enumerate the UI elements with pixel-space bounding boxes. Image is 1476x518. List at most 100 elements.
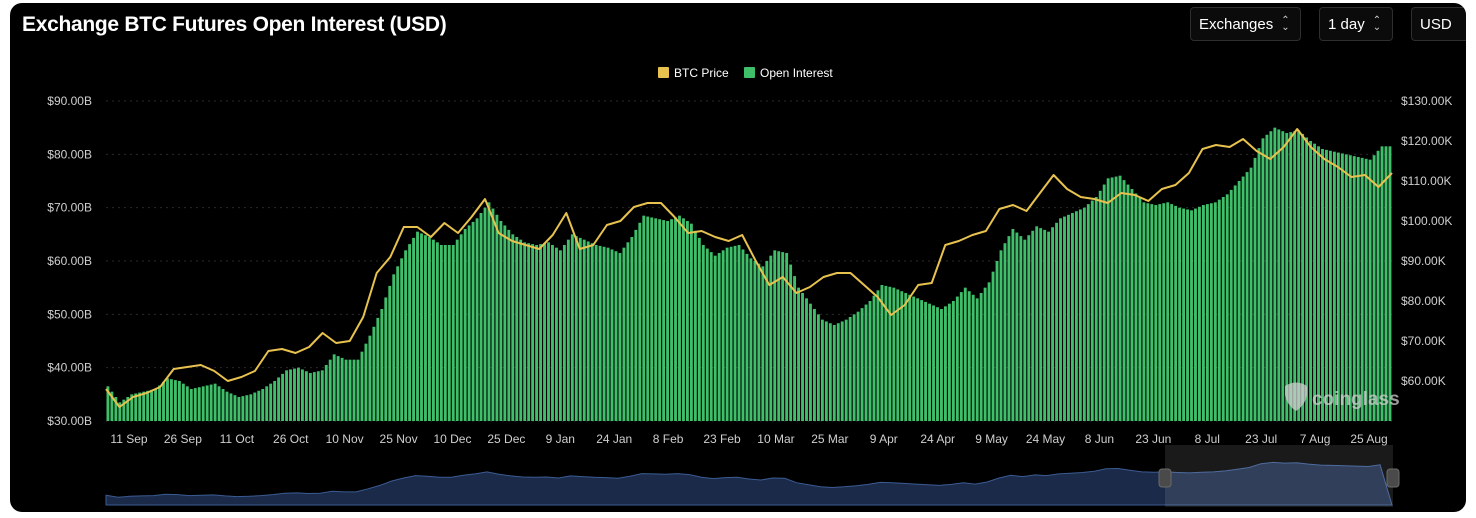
open-interest-bar xyxy=(1011,229,1015,421)
open-interest-bar xyxy=(1198,206,1201,421)
open-interest-bar xyxy=(1162,203,1166,421)
open-interest-bar xyxy=(404,250,408,421)
open-interest-bar xyxy=(928,303,931,421)
open-interest-bar xyxy=(193,388,197,421)
chart-card: $90.00B $80.00B $70.00B $60.00B $50.00B $40.0… xyxy=(10,3,1466,512)
open-interest-bar xyxy=(170,379,173,421)
open-interest-bar xyxy=(666,221,670,421)
open-interest-bar xyxy=(491,208,495,421)
open-interest-bar xyxy=(1130,189,1134,421)
open-interest-bar xyxy=(701,245,705,421)
open-interest-bar xyxy=(1106,178,1110,421)
open-interest-bar xyxy=(431,239,435,421)
x-tick-label: 26 Oct xyxy=(273,432,309,446)
open-interest-bar xyxy=(606,247,610,421)
open-interest-bar xyxy=(717,253,721,421)
open-interest-bar xyxy=(1051,227,1055,421)
open-interest-bar xyxy=(412,237,415,421)
y-right-tick-label: $90.00K xyxy=(1401,254,1446,268)
open-interest-bar xyxy=(356,359,360,421)
legend-item-btc-price[interactable]: BTC Price xyxy=(658,66,729,80)
open-interest-bar xyxy=(1186,209,1189,421)
open-interest-bar xyxy=(955,296,959,421)
open-interest-bar xyxy=(241,396,245,421)
open-interest-bar xyxy=(1301,133,1305,421)
updown-chevron-icon: ⌃ ⌄ xyxy=(1372,15,1382,33)
open-interest-bar xyxy=(483,207,487,421)
open-interest-bar xyxy=(737,245,741,421)
open-interest-bar xyxy=(753,261,757,421)
open-interest-bar xyxy=(515,237,519,421)
open-interest-bar xyxy=(1340,153,1344,421)
open-interest-bar xyxy=(1098,190,1102,421)
navigator-right-handle[interactable] xyxy=(1386,468,1400,488)
open-interest-bar xyxy=(749,258,753,421)
navigator-selected-window[interactable] xyxy=(1165,445,1393,507)
open-interest-bar xyxy=(1356,157,1360,421)
open-interest-bar xyxy=(634,229,638,421)
open-interest-bar xyxy=(396,266,400,421)
x-tick-label: 11 Oct xyxy=(220,432,255,446)
open-interest-bar xyxy=(824,321,828,421)
open-interest-bar xyxy=(908,294,912,421)
currency-select[interactable]: USD xyxy=(1411,7,1466,41)
open-interest-bar xyxy=(765,261,769,421)
open-interest-bar xyxy=(312,372,316,421)
open-interest-bar xyxy=(646,216,650,421)
open-interest-bar xyxy=(277,377,281,421)
open-interest-bar xyxy=(1297,130,1301,421)
open-interest-bar xyxy=(523,242,527,421)
open-interest-bar xyxy=(388,285,392,421)
y-left-tick-label: $30.00B xyxy=(47,414,92,428)
open-interest-bar xyxy=(1217,199,1221,421)
open-interest-bar xyxy=(995,261,999,421)
open-interest-bar xyxy=(1328,150,1332,421)
open-interest-bar xyxy=(400,258,404,421)
open-interest-bar xyxy=(503,225,507,421)
open-interest-bar xyxy=(285,370,288,421)
open-interest-bar xyxy=(181,383,185,421)
legend-swatch-open-interest xyxy=(744,67,755,78)
open-interest-bar xyxy=(463,229,467,421)
open-interest-bar xyxy=(590,243,594,421)
y-right-tick-label: $120.00K xyxy=(1401,134,1452,148)
open-interest-bar xyxy=(1336,152,1340,422)
x-tick-label: 23 Jul xyxy=(1245,432,1277,446)
legend-item-open-interest[interactable]: Open Interest xyxy=(744,66,833,80)
open-interest-bar xyxy=(1285,133,1289,421)
open-interest-bars xyxy=(106,127,1392,422)
open-interest-bar xyxy=(832,325,836,421)
interval-select[interactable]: 1 day ⌃ ⌄ xyxy=(1319,7,1393,41)
open-interest-bar xyxy=(245,395,249,421)
open-interest-bar xyxy=(495,214,499,421)
open-interest-bar xyxy=(1146,203,1150,421)
open-interest-bar xyxy=(713,255,717,421)
open-interest-bar xyxy=(1067,214,1070,421)
open-interest-bar xyxy=(249,394,253,421)
open-interest-bar xyxy=(805,298,808,421)
navigator-left-handle[interactable] xyxy=(1158,468,1172,488)
exchanges-select[interactable]: Exchanges ⌃ ⌄ xyxy=(1190,7,1301,41)
open-interest-bar xyxy=(773,250,777,421)
open-interest-bar xyxy=(261,389,265,421)
open-interest-bar xyxy=(451,245,455,421)
open-interest-bar xyxy=(943,306,947,421)
open-interest-bar xyxy=(983,287,987,421)
open-interest-bar xyxy=(705,248,709,421)
open-interest-bar xyxy=(499,221,503,421)
open-interest-bar xyxy=(531,244,535,421)
x-tick-label: 25 Dec xyxy=(487,432,525,446)
open-interest-bar xyxy=(1376,150,1380,421)
open-interest-bar xyxy=(940,309,943,421)
open-interest-bar xyxy=(578,237,582,421)
x-tick-label: 24 Apr xyxy=(920,432,955,446)
open-interest-bar xyxy=(320,370,324,421)
open-interest-bar xyxy=(860,308,864,421)
open-interest-bar xyxy=(852,314,856,421)
range-navigator[interactable] xyxy=(105,445,1400,507)
legend-swatch-btc-price xyxy=(658,67,669,78)
open-interest-bar xyxy=(1142,202,1146,421)
open-interest-bar xyxy=(689,223,693,421)
open-interest-bar xyxy=(1348,155,1352,421)
open-interest-bar xyxy=(1094,197,1098,421)
